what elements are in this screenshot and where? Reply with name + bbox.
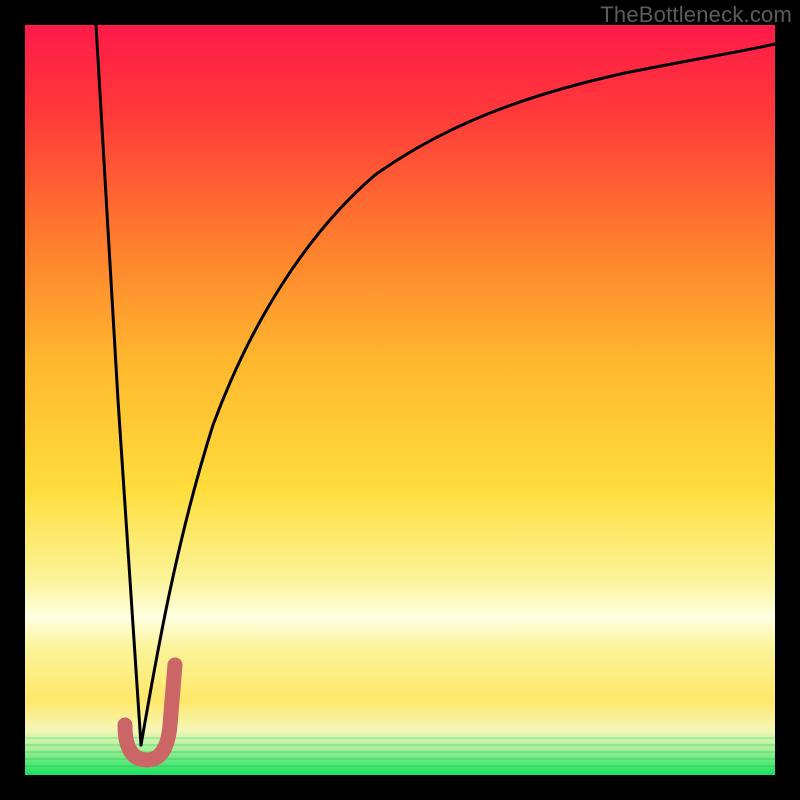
curve-right-ascent <box>141 44 775 745</box>
curve-left-descent <box>96 25 141 745</box>
chart-frame: TheBottleneck.com <box>0 0 800 800</box>
curves <box>25 25 775 775</box>
plot-area <box>25 25 775 775</box>
j-marker <box>125 665 175 760</box>
watermark-text: TheBottleneck.com <box>600 2 792 28</box>
